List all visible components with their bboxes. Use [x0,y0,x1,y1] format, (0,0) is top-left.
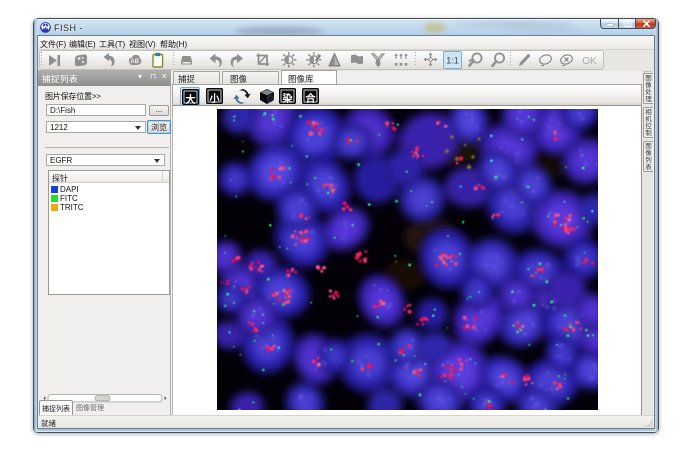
svg-text:OK: OK [582,56,597,67]
svg-text:AB: AB [130,59,139,65]
svg-text:1:1: 1:1 [446,56,459,66]
